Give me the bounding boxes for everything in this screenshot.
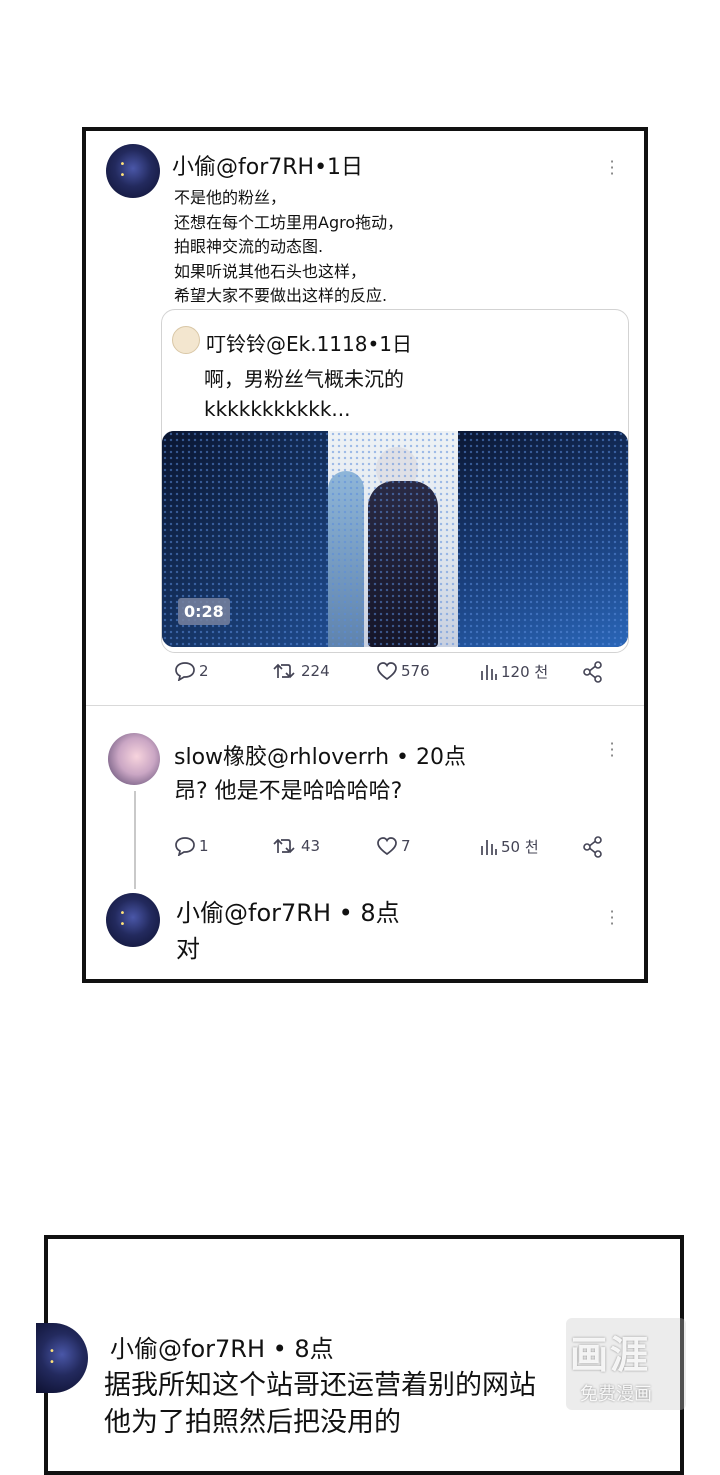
quoted-post[interactable]: 叮铃铃@Ek.1118•1日 啊，男粉丝气概未沉的 kkkkkkkkkkk...… <box>161 309 629 653</box>
reply-author[interactable]: slow橡胶@rhloverrh • 20点 <box>174 739 466 771</box>
views-button[interactable]: 50 천 <box>480 836 539 857</box>
cat-eyes-icon: • • <box>119 158 131 181</box>
views-count: 50 천 <box>501 838 539 856</box>
views-icon <box>481 664 497 680</box>
views-icon <box>481 839 497 855</box>
video-duration: 0:28 <box>178 598 230 625</box>
post-stats: 2 224 576 120 천 <box>86 661 652 683</box>
cat-eyes-icon: • • <box>119 907 131 930</box>
comic-panel-1: • • 小偷@for7RH•1日 · · · 不是他的粉丝， 还想在每个工坊里用Ag… <box>82 127 648 983</box>
retweet-icon <box>273 663 295 679</box>
retweet-count: 43 <box>301 837 321 855</box>
panel2-text: 据我所知这个站哥还运营着别的网站 他为了拍照然后把没用的 <box>104 1370 536 1438</box>
like-count: 7 <box>401 837 411 855</box>
retweet-button[interactable]: 224 <box>272 661 330 681</box>
quoted-author: 叮铃铃@Ek.1118•1日 <box>206 332 412 356</box>
site-watermark: 画涯 免费漫画 <box>566 1318 686 1410</box>
more-options-icon[interactable]: · · · <box>608 904 616 932</box>
like-button[interactable]: 576 <box>376 661 430 681</box>
halftone-overlay <box>162 431 628 647</box>
reply-user-avatar[interactable] <box>108 733 160 785</box>
cat-eyes-icon: • • <box>49 1345 60 1368</box>
share-button[interactable] <box>582 661 604 683</box>
reply-icon <box>175 662 195 681</box>
retweet-count: 224 <box>301 662 330 680</box>
share-icon <box>583 661 602 683</box>
reply-count: 1 <box>199 837 209 855</box>
reply-icon <box>175 837 195 856</box>
post-text: 不是他的粉丝， 还想在每个工坊里用Agro拖动， 拍眼神交流的动态图. 如果听说… <box>174 188 404 305</box>
heart-icon <box>377 662 397 681</box>
user-avatar[interactable]: • • <box>106 144 160 198</box>
views-count: 120 천 <box>501 663 549 681</box>
retweet-button[interactable]: 43 <box>272 836 320 856</box>
watermark-logo: 画涯 <box>570 1333 651 1377</box>
like-button[interactable]: 7 <box>376 836 411 856</box>
like-count: 576 <box>401 662 430 680</box>
reply-button[interactable]: 1 <box>174 836 209 856</box>
panel2-author[interactable]: 小偷@for7RH • 8点 <box>110 1329 334 1364</box>
quoted-user-avatar <box>172 326 200 354</box>
video-thumbnail[interactable]: 0:28 <box>162 431 628 647</box>
reply-count: 2 <box>199 662 209 680</box>
heart-icon <box>377 837 397 856</box>
reply-stats: 1 43 7 50 천 <box>86 836 652 858</box>
quoted-text: 啊，男粉丝气概未沉的 kkkkkkkkkkk... <box>204 367 404 421</box>
reply-text: 昂? 他是不是哈哈哈哈? <box>174 779 403 804</box>
retweet-icon <box>273 838 295 854</box>
share-button[interactable] <box>582 836 604 858</box>
watermark-caption: 免费漫画 <box>580 1384 652 1405</box>
views-button[interactable]: 120 천 <box>480 661 548 682</box>
section-divider <box>86 705 644 706</box>
share-icon <box>583 836 602 858</box>
user-avatar[interactable]: • • <box>106 893 160 947</box>
user-avatar[interactable]: • • <box>36 1323 88 1393</box>
more-options-icon[interactable]: · · · <box>608 736 616 764</box>
more-options-icon[interactable]: · · · <box>608 154 616 182</box>
reply2-text: 对 <box>176 935 200 963</box>
post-author[interactable]: 小偷@for7RH•1日 <box>172 149 363 181</box>
reply2-author[interactable]: 小偷@for7RH • 8点 <box>176 893 400 928</box>
reply-button[interactable]: 2 <box>174 661 209 681</box>
